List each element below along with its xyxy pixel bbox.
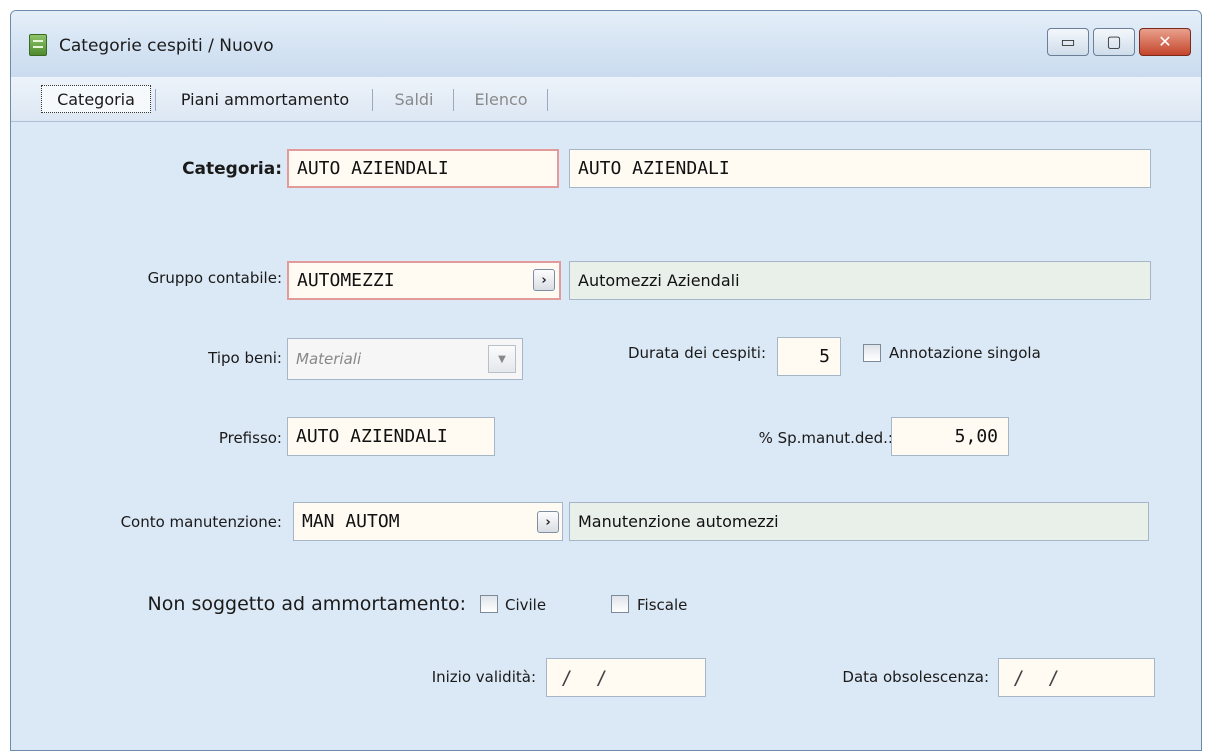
inizio-validita-label: Inizio validità: xyxy=(431,668,536,686)
gruppo-contabile-zoom-button[interactable]: › xyxy=(533,269,555,291)
gruppo-contabile-input[interactable]: AUTOMEZZI xyxy=(287,261,561,300)
inizio-validita-input[interactable]: / / xyxy=(546,658,706,697)
categoria-code-input[interactable]: AUTO AZIENDALI xyxy=(287,149,559,188)
tab-piani-ammortamento[interactable]: Piani ammortamento xyxy=(161,85,369,113)
document-icon xyxy=(29,34,47,56)
annotazione-singola-label: Annotazione singola xyxy=(889,344,1041,362)
categoria-description-input[interactable]: AUTO AZIENDALI xyxy=(569,149,1151,188)
fiscale-label: Fiscale xyxy=(637,596,688,614)
tab-elenco[interactable]: Elenco xyxy=(459,85,543,113)
tipo-beni-label: Tipo beni: xyxy=(208,349,282,367)
prefisso-input[interactable]: AUTO AZIENDALI xyxy=(287,417,495,456)
durata-label: Durata dei cespiti: xyxy=(627,344,766,362)
tab-categoria[interactable]: Categoria xyxy=(41,85,151,113)
minimize-icon: ▭ xyxy=(1060,32,1076,51)
fiscale-checkbox[interactable] xyxy=(611,595,629,613)
gruppo-contabile-description: Automezzi Aziendali xyxy=(569,261,1151,300)
data-obsolescenza-label: Data obsolescenza: xyxy=(842,668,989,686)
non-soggetto-label: Non soggetto ad ammortamento: xyxy=(147,593,466,615)
title-bar[interactable]: Categorie cespiti / Nuovo ▭ ▢ ✕ xyxy=(11,11,1201,77)
minimize-button[interactable]: ▭ xyxy=(1047,28,1089,56)
tab-saldi[interactable]: Saldi xyxy=(378,85,450,113)
sp-manut-input[interactable]: 5,00 xyxy=(891,417,1009,456)
durata-input[interactable]: 5 xyxy=(777,337,841,376)
annotazione-singola-checkbox[interactable] xyxy=(863,344,881,362)
maximize-button[interactable]: ▢ xyxy=(1093,28,1135,56)
gruppo-contabile-label: Gruppo contabile: xyxy=(147,269,282,287)
chevron-right-icon: › xyxy=(545,514,551,530)
close-icon: ✕ xyxy=(1158,32,1172,51)
close-button[interactable]: ✕ xyxy=(1139,28,1191,56)
dialog-window: Categorie cespiti / Nuovo ▭ ▢ ✕ Categori… xyxy=(10,10,1202,751)
sp-manut-label: % Sp.manut.ded.: xyxy=(758,429,893,447)
conto-manutenzione-label: Conto manutenzione: xyxy=(120,513,282,531)
window-title: Categorie cespiti / Nuovo xyxy=(59,36,274,56)
civile-label: Civile xyxy=(505,596,547,614)
categoria-label: Categoria: xyxy=(182,159,282,179)
tab-separator xyxy=(372,89,373,111)
chevron-down-icon[interactable]: ▼ xyxy=(488,345,516,373)
conto-manutenzione-zoom-button[interactable]: › xyxy=(537,511,559,533)
tab-separator xyxy=(547,89,548,111)
tab-bar: Categoria Piani ammortamento Saldi Elenc… xyxy=(11,77,1201,122)
conto-manutenzione-description: Manutenzione automezzi xyxy=(569,502,1149,541)
chevron-right-icon: › xyxy=(541,272,547,288)
tab-separator xyxy=(453,89,454,111)
prefisso-label: Prefisso: xyxy=(218,429,282,447)
maximize-icon: ▢ xyxy=(1106,32,1122,51)
tab-separator xyxy=(155,89,156,111)
civile-checkbox[interactable] xyxy=(480,595,498,613)
conto-manutenzione-input[interactable]: MAN AUTOM xyxy=(293,502,563,541)
data-obsolescenza-input[interactable]: / / xyxy=(998,658,1155,697)
